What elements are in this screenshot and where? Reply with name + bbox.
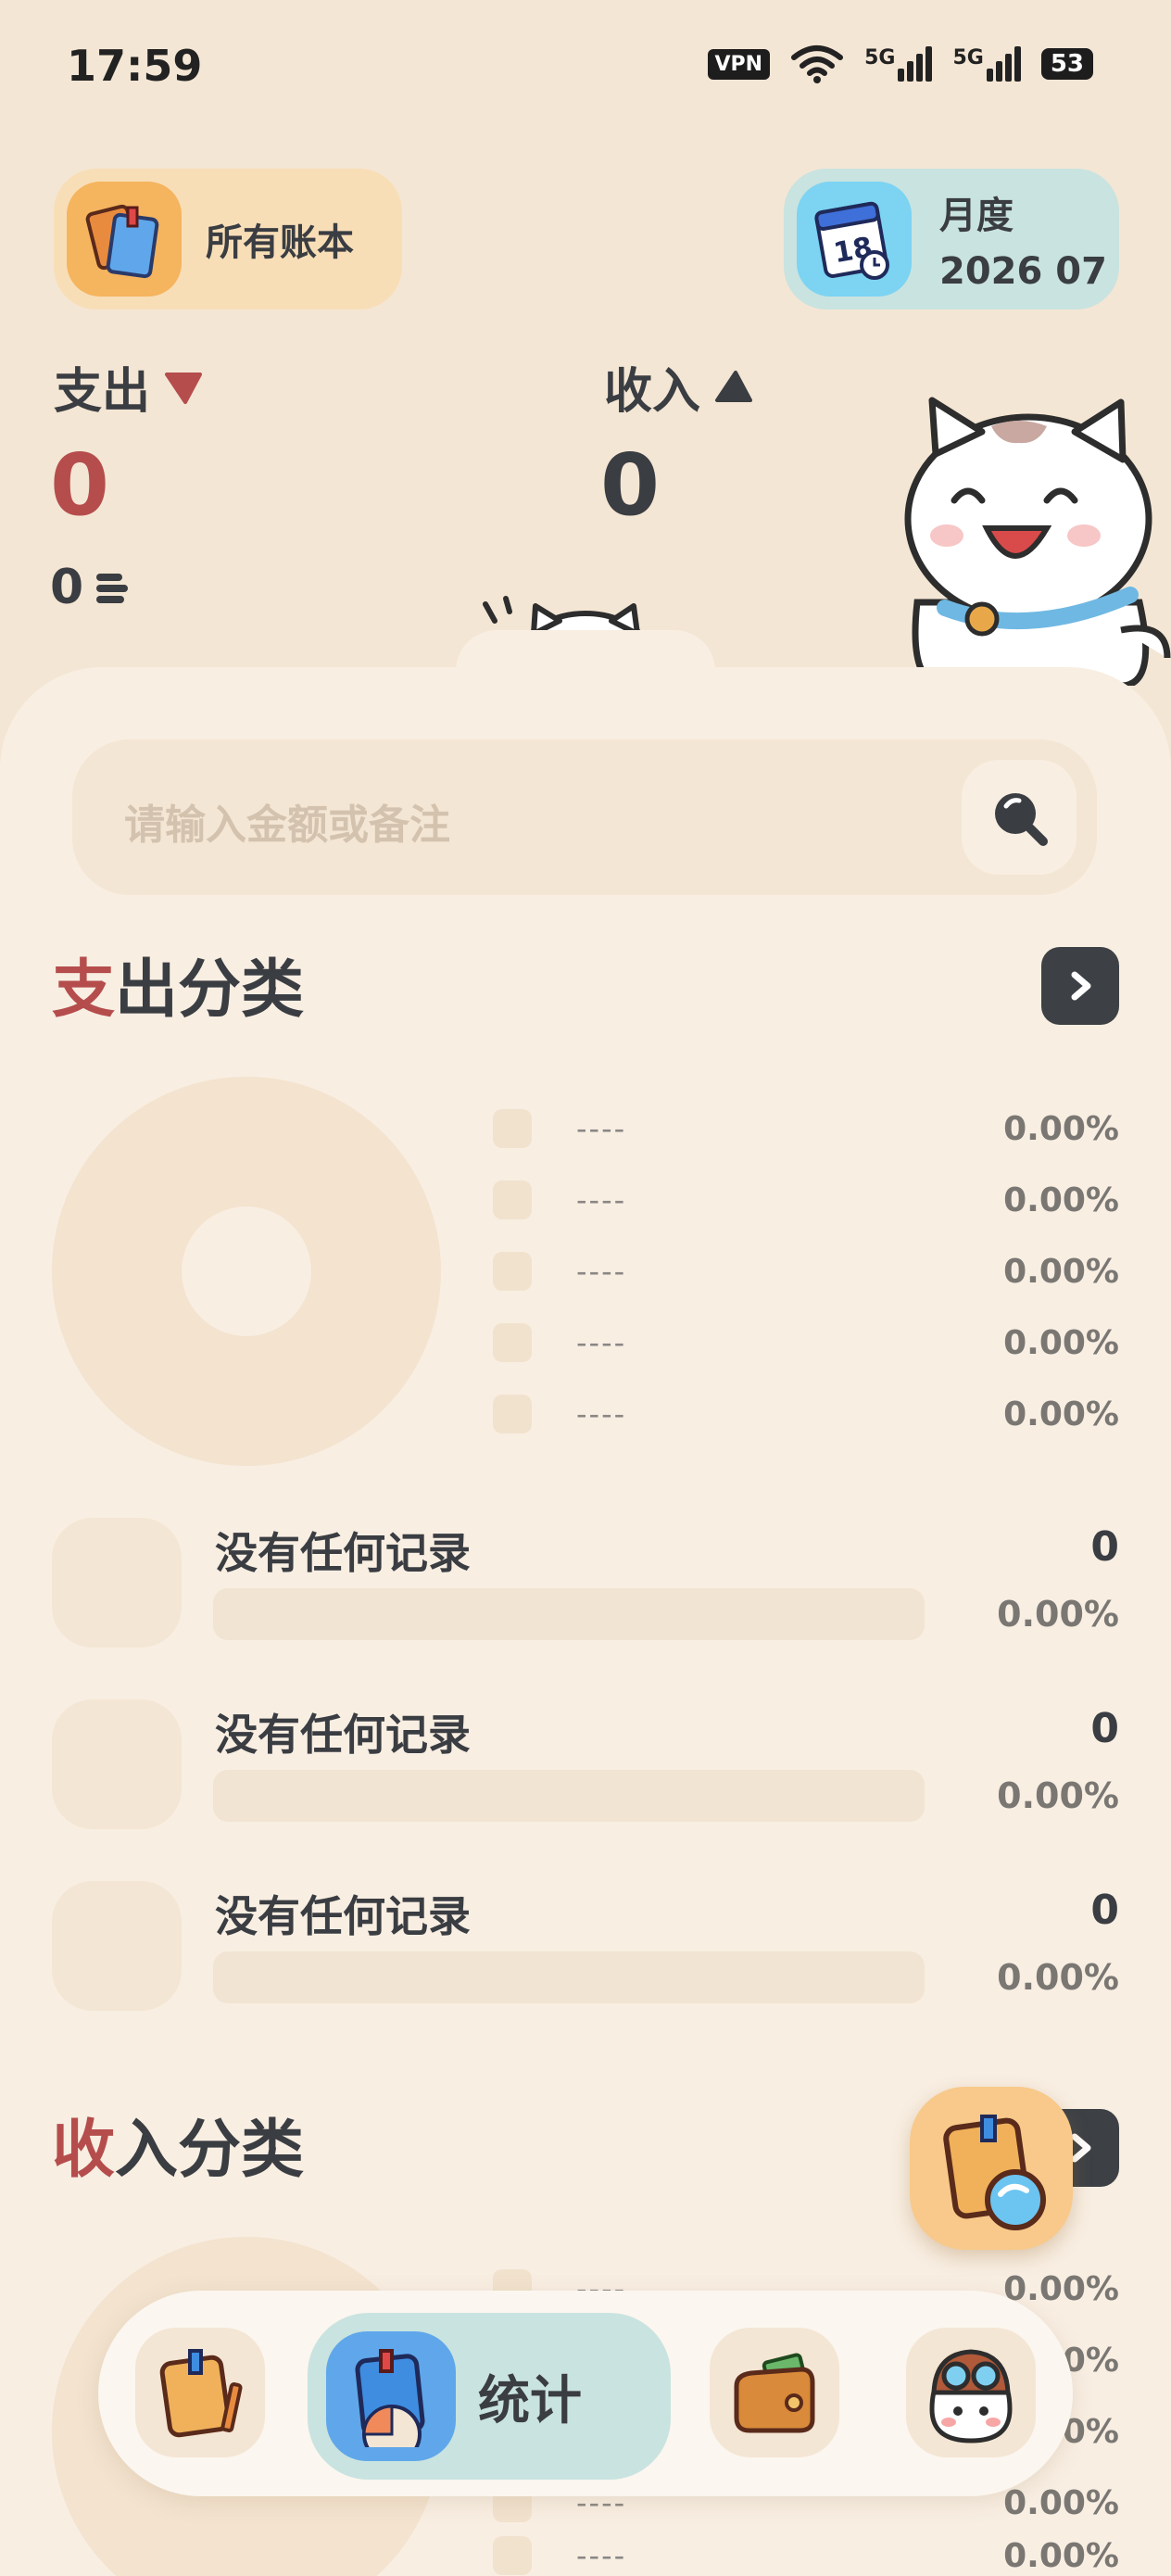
vpn-badge: VPN <box>707 48 771 80</box>
record-percent: 0.00% <box>997 1594 1119 1635</box>
record-percent: 0.00% <box>997 1957 1119 1998</box>
nav-profile[interactable] <box>906 2328 1036 2457</box>
wifi-icon <box>791 45 844 83</box>
record-progress-bar <box>213 1951 925 2003</box>
wallet-icon <box>734 2353 815 2433</box>
ledger-book-icon <box>159 2349 243 2438</box>
expense-legend-item: ---- 0.00% <box>493 1322 1119 1363</box>
record-amount: 0 <box>1090 1705 1119 1752</box>
search-button[interactable] <box>962 760 1077 875</box>
record-percent: 0.00% <box>997 1775 1119 1816</box>
cat-mascot-icon <box>904 397 1171 686</box>
chevron-right-icon <box>1071 971 1091 1001</box>
nav-ledger[interactable] <box>135 2328 265 2457</box>
expense-legend-item: ---- 0.00% <box>493 1108 1119 1149</box>
search-bar[interactable]: 请输入金额或备注 <box>72 739 1097 895</box>
period-selector-button[interactable]: 18 月度 2026 07 <box>784 169 1119 309</box>
income-triangle-icon <box>715 370 753 402</box>
income-label: 收入 <box>604 364 701 420</box>
books-icon <box>67 182 182 297</box>
income-total: 0 <box>600 436 661 535</box>
expense-legend-item: ---- 0.00% <box>493 1180 1119 1220</box>
nav-statistics[interactable]: 统计 <box>308 2313 671 2480</box>
record-name: 没有任何记录 <box>215 1710 471 1760</box>
statistics-icon <box>326 2331 456 2461</box>
record-name: 没有任何记录 <box>215 1891 471 1941</box>
expense-detail-button[interactable] <box>1041 947 1119 1025</box>
expense-sub-value: 0 <box>50 560 84 615</box>
list-icon <box>96 574 129 603</box>
expense-donut-chart <box>52 1077 441 1466</box>
period-type: 月度 <box>939 195 1014 237</box>
income-legend-item: ----0.00% <box>493 2535 1119 2576</box>
add-record-icon <box>943 2115 1046 2230</box>
expense-summary-label[interactable]: 支出 <box>54 352 204 422</box>
signal-icon-1: 5G <box>864 46 933 82</box>
battery-icon: 53 <box>1040 48 1093 80</box>
status-time: 17:59 <box>67 41 203 91</box>
record-icon-placeholder <box>52 1699 182 1829</box>
all-books-button[interactable]: 所有账本 <box>54 169 402 309</box>
expense-category-title: 支出分类 <box>52 953 305 1027</box>
expense-legend-item: ---- 0.00% <box>493 1251 1119 1292</box>
signal-icon-2: 5G <box>952 46 1021 82</box>
add-record-button[interactable] <box>910 2087 1073 2250</box>
record-icon-placeholder <box>52 1881 182 2011</box>
income-category-title: 收入分类 <box>52 2114 305 2187</box>
record-progress-bar <box>213 1770 925 1822</box>
expense-total: 0 <box>50 436 110 535</box>
bottom-nav: 统计 <box>98 2291 1073 2496</box>
record-name: 没有任何记录 <box>215 1528 471 1578</box>
calendar-icon: 18 <box>797 182 912 297</box>
expense-sub: 0 <box>50 560 132 615</box>
expense-legend-item: ---- 0.00% <box>493 1394 1119 1434</box>
all-books-label: 所有账本 <box>206 221 354 264</box>
record-amount: 0 <box>1090 1887 1119 1934</box>
record-amount: 0 <box>1090 1523 1119 1571</box>
cat-pilot-icon <box>929 2349 1013 2443</box>
nav-wallet[interactable] <box>710 2328 839 2457</box>
expense-label: 支出 <box>54 364 151 420</box>
search-input[interactable]: 请输入金额或备注 <box>124 791 450 851</box>
search-icon <box>995 793 1048 846</box>
expense-triangle-icon <box>165 372 203 404</box>
record-progress-bar <box>213 1588 925 1640</box>
period-value: 2026 07 <box>939 250 1107 293</box>
income-summary-label[interactable]: 收入 <box>604 352 754 422</box>
status-icons: VPN 5G 5G 53 <box>707 44 1093 83</box>
nav-statistics-label: 统计 <box>478 2370 582 2431</box>
record-icon-placeholder <box>52 1518 182 1648</box>
